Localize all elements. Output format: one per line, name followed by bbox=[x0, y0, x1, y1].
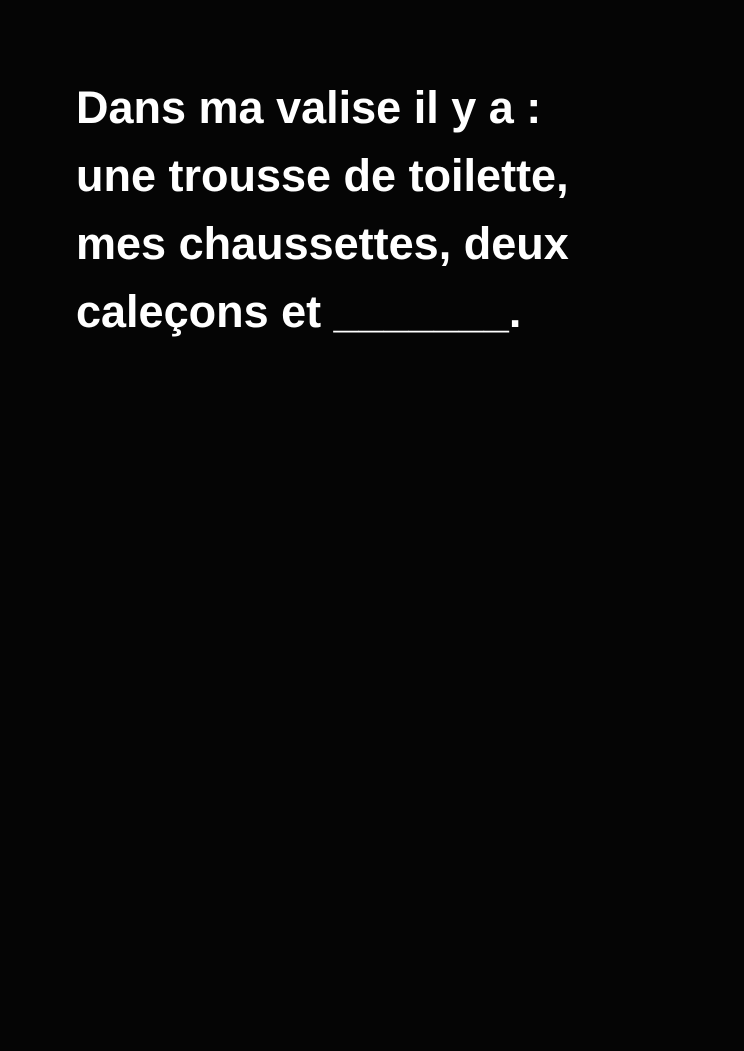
prompt-line-4: caleçons et _______. bbox=[76, 286, 522, 337]
prompt-line-3: mes chaussettes, deux bbox=[76, 218, 569, 269]
prompt-line-1: Dans ma valise il y a : bbox=[76, 82, 542, 133]
prompt-line-2: une trousse de toilette, bbox=[76, 150, 569, 201]
black-card: Dans ma valise il y a : une trousse de t… bbox=[0, 0, 744, 1051]
card-prompt-text: Dans ma valise il y a : une trousse de t… bbox=[76, 74, 696, 346]
